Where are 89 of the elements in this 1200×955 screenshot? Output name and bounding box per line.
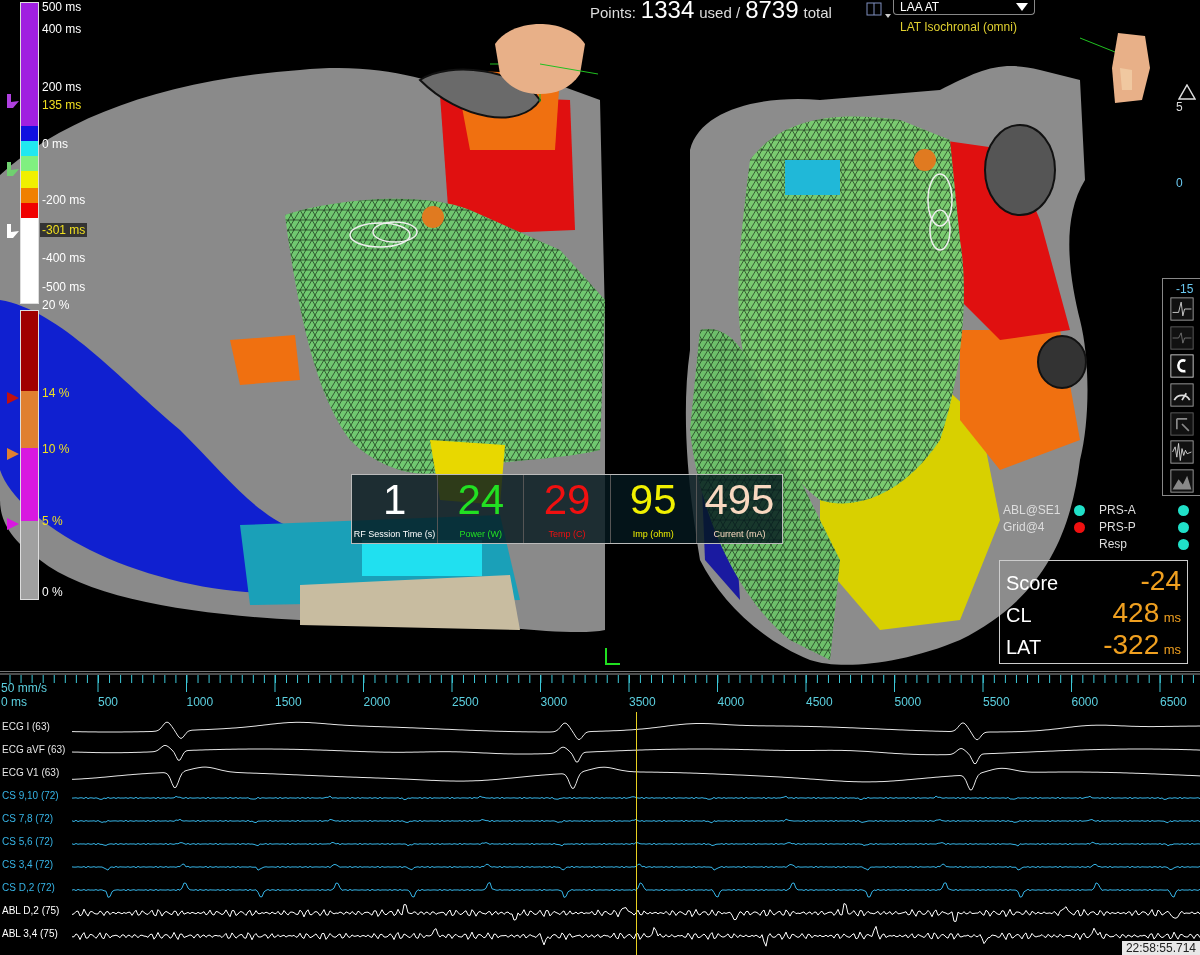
channel-label[interactable]: CS 5,6 (72)	[2, 836, 54, 847]
map-select-dropdown[interactable]: LAA AT	[893, 0, 1035, 15]
rf-value: 95	[629, 477, 677, 523]
ruler-label: 4000	[717, 695, 745, 709]
sweep-speed-label: 50 mm/s	[1, 681, 47, 695]
warning-triangle-icon[interactable]	[1178, 84, 1196, 100]
marker-icon[interactable]	[7, 162, 19, 176]
side-readout: 0	[1176, 176, 1183, 190]
legend-label: Resp	[1099, 537, 1127, 551]
marker-icon[interactable]	[7, 448, 19, 460]
cycle-length-icon[interactable]	[1169, 354, 1194, 379]
channel-label[interactable]: ABL 3,4 (75)	[2, 928, 58, 939]
timestamp: 22:58:55.714	[1121, 941, 1200, 955]
channel-label[interactable]: ECG aVF (63)	[2, 744, 66, 755]
rf-label: Temp (C)	[548, 529, 586, 539]
side-readout: 5	[1176, 100, 1183, 114]
caret-icon	[1016, 3, 1028, 11]
waveform-icon[interactable]	[1169, 297, 1194, 322]
score-label: Score	[1006, 572, 1059, 595]
marker-icon[interactable]	[7, 224, 19, 238]
ruler-label: 6000	[1071, 695, 1099, 709]
channel-label[interactable]: ABL D,2 (75)	[2, 905, 60, 916]
ruler-label: 500	[98, 695, 119, 709]
arrows-icon[interactable]	[1169, 411, 1194, 436]
rf-value: 495	[704, 477, 775, 523]
signal-icon[interactable]	[1169, 440, 1194, 465]
points-total-count: 8739	[745, 0, 799, 24]
scale-label: -301 ms	[40, 223, 88, 237]
scale-label: 0 %	[41, 585, 63, 599]
score-value: -24	[1140, 565, 1181, 596]
score-unit: ms	[1163, 610, 1181, 625]
ruler-label: 2500	[452, 695, 479, 709]
score-unit: ms	[1163, 642, 1181, 657]
marker-icon[interactable]	[7, 392, 19, 404]
ruler-label: 1000	[186, 695, 214, 709]
points-label: Points:	[590, 4, 636, 21]
scale-label: 10 %	[41, 442, 70, 456]
rf-label: RF Session Time (s)	[353, 529, 436, 539]
legend-label: PRS-A	[1099, 503, 1136, 517]
points-used-count: 1334	[640, 0, 695, 24]
ruler-label: 0 ms	[1, 695, 27, 709]
scale-label: -400 ms	[41, 251, 86, 265]
scale-label: 135 ms	[41, 98, 82, 112]
legend-label: ABL@SE1	[1003, 503, 1061, 517]
gauge-icon[interactable]	[1169, 382, 1194, 407]
channel-label[interactable]: CS 3,4 (72)	[2, 859, 54, 870]
points-used-label: used /	[699, 4, 741, 21]
ruler-label: 4500	[806, 695, 833, 709]
marker-icon[interactable]	[7, 94, 19, 108]
axis-corner-icon	[605, 647, 621, 665]
score-value: 428	[1112, 597, 1160, 628]
ruler-label: 5000	[894, 695, 922, 709]
mountain-icon[interactable]	[1169, 468, 1194, 493]
ruler-label: 6500	[1160, 695, 1187, 709]
grid-icon[interactable]	[866, 2, 892, 20]
scale-label: 400 ms	[41, 22, 82, 36]
scale-label: 14 %	[41, 386, 70, 400]
legend-label: Grid@4	[1003, 520, 1045, 534]
rf-value: 24	[457, 477, 505, 523]
scale-label: -500 ms	[41, 280, 86, 294]
side-readout: -15	[1176, 282, 1194, 296]
map-type-label: LAT Isochronal (omni)	[900, 20, 1017, 34]
scale-label: -200 ms	[41, 193, 86, 207]
rf-value: 1	[382, 477, 407, 523]
score-label: CL	[1006, 604, 1032, 627]
score-label: LAT	[1006, 636, 1042, 659]
ruler-label: 1500	[275, 695, 302, 709]
channel-label[interactable]: CS 7,8 (72)	[2, 813, 54, 824]
scale-label: 20 %	[41, 298, 70, 312]
score-value: -322	[1103, 629, 1160, 660]
marker-icon[interactable]	[7, 518, 19, 530]
legend-label: PRS-P	[1099, 520, 1136, 534]
rf-label: Imp (ohm)	[632, 529, 674, 539]
channel-label[interactable]: ECG I (63)	[2, 721, 50, 732]
channel-label[interactable]: CS D,2 (72)	[2, 882, 55, 893]
channel-label[interactable]: ECG V1 (63)	[2, 767, 60, 778]
points-total-label: total	[803, 4, 832, 21]
ruler-label: 2000	[363, 695, 391, 709]
rf-label: Current (mA)	[713, 529, 766, 539]
rf-value: 29	[543, 477, 591, 523]
scale-label: 5 %	[41, 514, 63, 528]
ruler-label: 5500	[983, 695, 1010, 709]
rf-label: Power (W)	[459, 529, 503, 539]
ruler-label: 3500	[629, 695, 656, 709]
scale-label: 500 ms	[41, 0, 82, 14]
scale-label: 200 ms	[41, 80, 82, 94]
ruler-label: 3000	[540, 695, 568, 709]
channel-label[interactable]: CS 9,10 (72)	[2, 790, 59, 801]
scale-label: 0 ms	[41, 137, 68, 151]
